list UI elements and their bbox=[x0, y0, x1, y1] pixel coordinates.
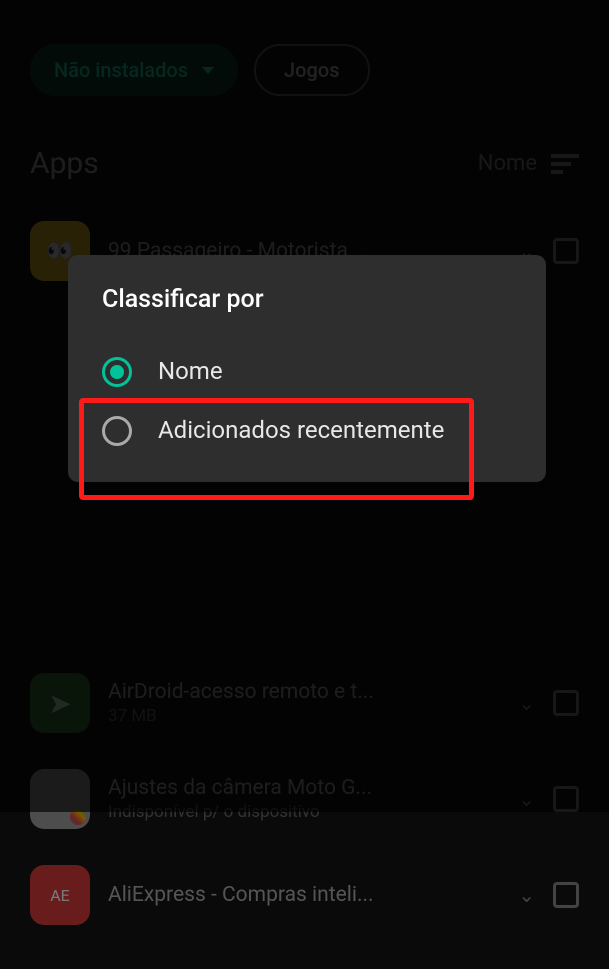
radio-unselected-icon bbox=[102, 416, 132, 446]
list-item[interactable]: AE AliExpress - Compras inteli... ⌄ bbox=[30, 865, 579, 925]
dialog-title: Classificar por bbox=[98, 285, 516, 314]
sort-dialog: Classificar por Nome Adicionados recente… bbox=[68, 255, 546, 482]
app-title: AliExpress - Compras inteli... bbox=[108, 883, 500, 907]
app-info: AliExpress - Compras inteli... bbox=[108, 883, 500, 907]
chevron-down-icon[interactable]: ⌄ bbox=[518, 883, 535, 907]
radio-label: Nome bbox=[158, 356, 223, 387]
radio-label: Adicionados recentemente bbox=[158, 415, 444, 446]
radio-option-name[interactable]: Nome bbox=[98, 342, 516, 401]
radio-selected-icon bbox=[102, 357, 132, 387]
checkbox[interactable] bbox=[553, 882, 579, 908]
app-icon: AE bbox=[30, 865, 90, 925]
radio-option-recent[interactable]: Adicionados recentemente bbox=[98, 401, 516, 460]
